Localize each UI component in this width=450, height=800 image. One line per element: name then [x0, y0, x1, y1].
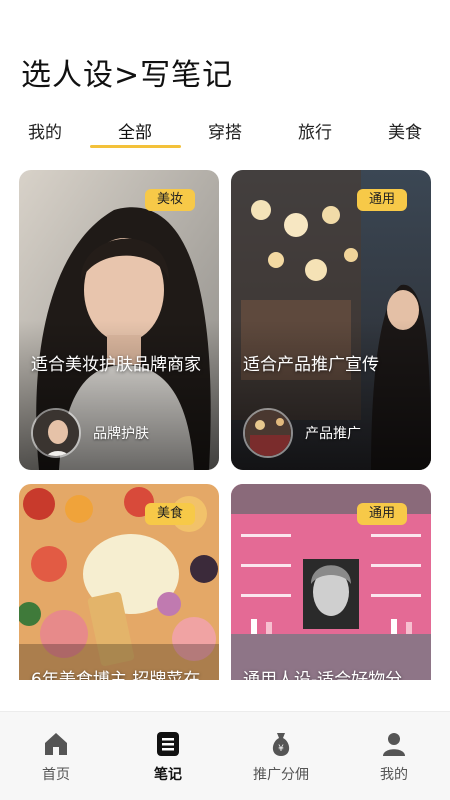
category-badge: 通用	[356, 189, 407, 211]
note-icon	[157, 732, 179, 756]
card-tag: 品牌护肤	[93, 426, 149, 442]
tab-all[interactable]: 全部	[112, 112, 158, 148]
persona-card-food[interactable]: 美食 6年美食博主 招牌菜在	[19, 484, 219, 680]
person-icon	[383, 733, 405, 756]
tab-outfit[interactable]: 穿搭	[202, 112, 248, 148]
card-title: 通用人设-适合好物分	[243, 670, 403, 680]
card-footer: 品牌护肤	[31, 408, 149, 458]
card-tag: 产品推广	[305, 426, 361, 442]
category-badge: 通用	[356, 503, 407, 525]
card-title: 6年美食博主 招牌菜在	[31, 670, 201, 680]
home-icon	[45, 733, 67, 755]
active-tab-indicator	[90, 145, 181, 148]
nav-label: 笔记	[154, 767, 182, 783]
tab-food[interactable]: 美食	[382, 112, 428, 148]
persona-card-promotion[interactable]: 通用 适合产品推广宣传 产品推广	[231, 170, 431, 470]
category-badge: 美食	[144, 503, 195, 525]
card-title: 适合美妆护肤品牌商家	[31, 355, 201, 375]
nav-label: 推广分佣	[253, 767, 309, 783]
tab-travel[interactable]: 旅行	[292, 112, 338, 148]
nav-item-notes[interactable]: 笔记	[112, 712, 224, 800]
avatar	[31, 408, 81, 458]
nav-item-home[interactable]: 首页	[0, 712, 112, 800]
category-badge: 美妆	[144, 189, 195, 211]
card-footer: 产品推广	[243, 408, 361, 458]
bottom-navigation: 首页 笔记 ¥ 推广分佣 我的	[0, 711, 450, 800]
page-title: 选人设>写笔记	[21, 58, 234, 93]
category-tabs: 我的 全部 穿搭 旅行 美食	[0, 112, 450, 152]
money-bag-icon: ¥	[272, 733, 290, 756]
tab-mine[interactable]: 我的	[22, 112, 68, 148]
nav-item-commission[interactable]: ¥ 推广分佣	[225, 712, 337, 800]
nav-label: 首页	[42, 767, 70, 783]
persona-card-beauty[interactable]: 美妆 适合美妆护肤品牌商家 品牌护肤	[19, 170, 219, 470]
avatar	[243, 408, 293, 458]
card-title: 适合产品推广宣传	[243, 355, 379, 375]
svg-text:¥: ¥	[278, 744, 284, 754]
persona-card-goods[interactable]: 通用 通用人设-适合好物分	[231, 484, 431, 680]
nav-label: 我的	[380, 767, 408, 783]
nav-item-profile[interactable]: 我的	[338, 712, 450, 800]
